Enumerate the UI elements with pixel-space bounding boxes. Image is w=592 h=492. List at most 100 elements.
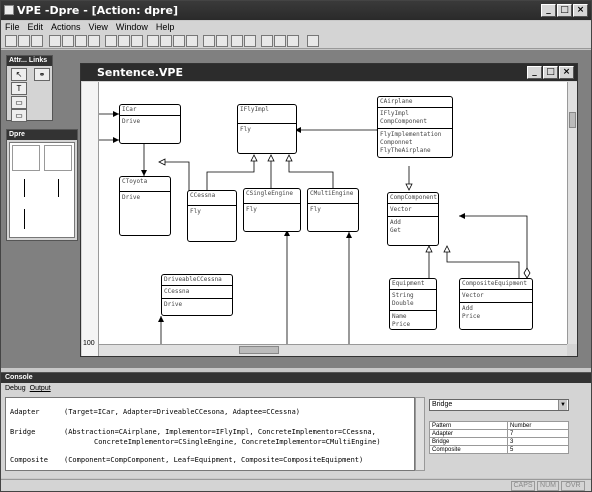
arrowhead-icon [158, 316, 164, 322]
app-icon [4, 5, 14, 15]
edge-compequip-compcomp [446, 246, 520, 278]
tool-icon[interactable] [216, 35, 228, 47]
pattern-select[interactable]: Bridge ▼ [429, 399, 569, 411]
tab-output[interactable]: Output [30, 385, 51, 392]
cell-pattern: Bridge [429, 437, 508, 446]
paste-icon[interactable] [75, 35, 87, 47]
undo-icon[interactable] [105, 35, 117, 47]
class-icar[interactable]: ICar Drive [119, 104, 181, 144]
minimize-button[interactable]: _ [541, 4, 556, 17]
inherit-arrow-icon[interactable] [24, 179, 25, 197]
layout-icon[interactable] [203, 35, 215, 47]
vertical-scrollbar[interactable] [567, 82, 577, 344]
assoc-arrow-icon[interactable] [58, 179, 59, 197]
class-ops: Fly [188, 205, 236, 218]
menu-file[interactable]: File [1, 21, 24, 34]
class-iflyimpl[interactable]: IFlyImpl Fly [237, 104, 297, 154]
op-line: Price [392, 321, 411, 328]
diagram-window: Sentence.VPE _ □ × 100 ICar Drive IFlyIm… [80, 63, 578, 357]
maximize-button[interactable]: □ [557, 4, 572, 17]
log-icon[interactable] [147, 35, 159, 47]
table-row[interactable]: Bridge 3 [429, 437, 569, 446]
toolbar [1, 34, 591, 49]
child-minimize-button[interactable]: _ [527, 66, 542, 79]
console-tabs: Debug Output [1, 383, 591, 394]
menu-edit[interactable]: Edit [24, 21, 48, 34]
open-icon[interactable] [18, 35, 30, 47]
class-ctoyota[interactable]: CToyota Drive [119, 176, 171, 236]
class-cairplane[interactable]: CAirplane IFlyImpl CompComponent FlyImple… [377, 96, 453, 158]
main-window: VPE -Dpre - [Action: dpre] _ □ × File Edi… [0, 0, 592, 492]
console-output[interactable]: Adapter (Target=ICar, Adapter=DriveableC… [5, 397, 415, 471]
header-pattern: Pattern [429, 421, 508, 430]
inherit-triangle-icon [250, 154, 258, 162]
redo-icon[interactable] [118, 35, 130, 47]
child-close-button[interactable]: × [559, 66, 574, 79]
vertical-scroll-thumb[interactable] [569, 112, 576, 128]
pointer-icon[interactable]: ↖ [11, 68, 27, 81]
cross-icon[interactable] [231, 35, 243, 47]
horizontal-scroll-thumb[interactable] [239, 346, 279, 354]
links-icon[interactable]: ⚭ [34, 68, 50, 81]
fit-icon[interactable] [244, 35, 256, 47]
class-ops: Name Price [390, 310, 436, 331]
class-detail-icon[interactable] [44, 145, 72, 171]
flag2-icon[interactable] [274, 35, 286, 47]
attr-line: CompComponent [380, 118, 427, 125]
class-csingleengine[interactable]: CSingleEngine Fly [243, 188, 301, 232]
links-tab[interactable]: Links [29, 57, 47, 64]
close-button[interactable]: × [573, 4, 588, 17]
class-tool-icon[interactable]: T [11, 82, 27, 95]
class-name: CompositeEquipment [462, 280, 528, 287]
diagram-canvas[interactable]: ICar Drive IFlyImpl Fly CAirplane IFlyIm… [99, 82, 567, 344]
class-ops: FlyImplementation Componnet FlyTheAirplane [378, 128, 452, 157]
pattern-summary: Bridge ▼ Pattern Number Adapter 7 Bridge 3 … [427, 397, 587, 471]
attr-tab[interactable]: Attr... [9, 57, 27, 64]
run-icon[interactable] [287, 35, 299, 47]
chevron-down-icon[interactable]: ▼ [558, 400, 567, 410]
step-icon[interactable] [186, 35, 198, 47]
copy-icon[interactable] [62, 35, 74, 47]
class-equipment[interactable]: Equipment String Double Name Price [389, 278, 437, 330]
console-scrollbar[interactable] [415, 397, 425, 471]
menu-window[interactable]: Window [112, 21, 152, 34]
flag-icon[interactable] [261, 35, 273, 47]
arrowhead-icon [459, 213, 465, 219]
cut-icon[interactable] [49, 35, 61, 47]
attr-palette: Attr... Links ↖ ⚭ T ▭ ▭ [6, 55, 53, 122]
tab-debug[interactable]: Debug [5, 385, 26, 392]
horizontal-scrollbar[interactable] [99, 344, 567, 356]
vde-icon[interactable] [307, 35, 319, 47]
output-text: (Target=ICar, Adapter=DriveableCCesona, … [64, 408, 301, 416]
class-name: ICar [122, 106, 137, 113]
op-line: Name [392, 313, 407, 320]
save-icon[interactable] [31, 35, 43, 47]
file-icon[interactable] [160, 35, 172, 47]
doc-icon[interactable] [173, 35, 185, 47]
class-cmultiengine[interactable]: CMultiEngine Fly [307, 188, 359, 232]
class-compositeequipment[interactable]: CompositeEquipment Vector Add Price [459, 278, 533, 330]
table-row[interactable]: Composite 5 [429, 445, 569, 454]
class-shape-icon[interactable] [12, 145, 40, 171]
class-driveableccessna[interactable]: DriveableCCessna CCessna Drive [161, 274, 233, 316]
class-name: CToyota [122, 178, 148, 185]
properties-icon[interactable] [131, 35, 143, 47]
package-tool-icon[interactable]: ▭ [11, 109, 27, 122]
new-icon[interactable] [5, 35, 17, 47]
table-row[interactable]: Adapter 7 [429, 429, 569, 438]
pattern-select-value: Bridge [432, 401, 453, 408]
class-attrs: Vector [388, 203, 438, 216]
menu-view[interactable]: View [85, 21, 112, 34]
dpre-grid [9, 142, 75, 238]
class-compcomponent[interactable]: CompComponent Vector Add Get [387, 192, 439, 246]
cell-number: 3 [507, 437, 569, 446]
op-line: Price [462, 313, 481, 320]
delete-icon[interactable] [88, 35, 100, 47]
menu-actions[interactable]: Actions [47, 21, 85, 34]
aggregation-arrow-icon[interactable] [24, 209, 25, 229]
child-maximize-button[interactable]: □ [543, 66, 558, 79]
menu-help[interactable]: Help [152, 21, 179, 34]
interface-tool-icon[interactable]: ▭ [11, 96, 27, 109]
class-ccessna[interactable]: CCessna Fly [187, 190, 237, 242]
table-header: Pattern Number [429, 421, 569, 430]
